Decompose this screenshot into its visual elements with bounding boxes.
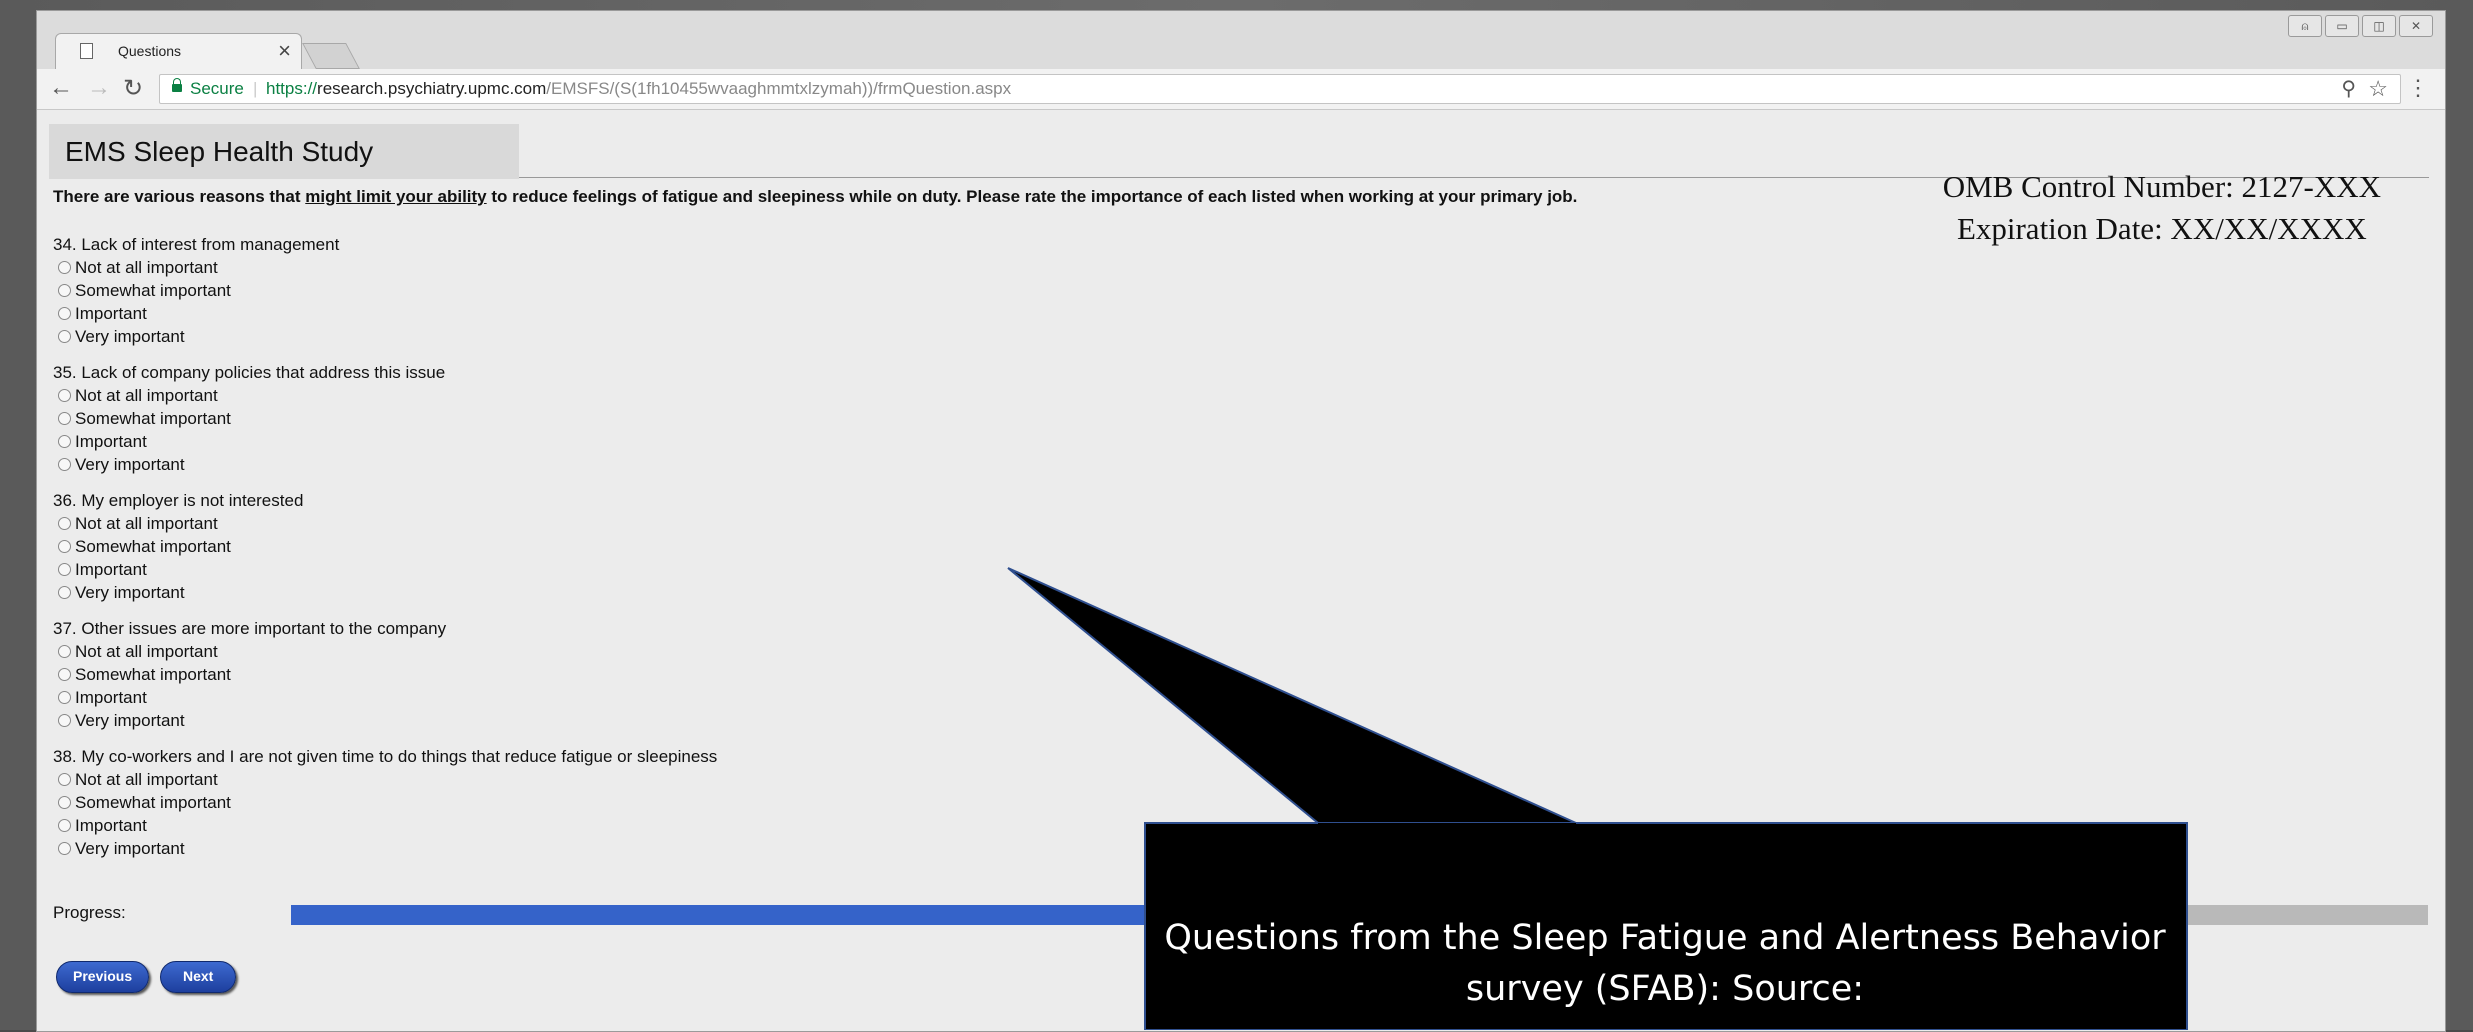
callout-overlay [1007, 567, 2188, 1030]
callout-joint [1318, 823, 1576, 826]
callout-text: Questions from the Sleep Fatigue and Ale… [1164, 918, 2166, 1009]
callout-pointer [1007, 567, 1577, 824]
